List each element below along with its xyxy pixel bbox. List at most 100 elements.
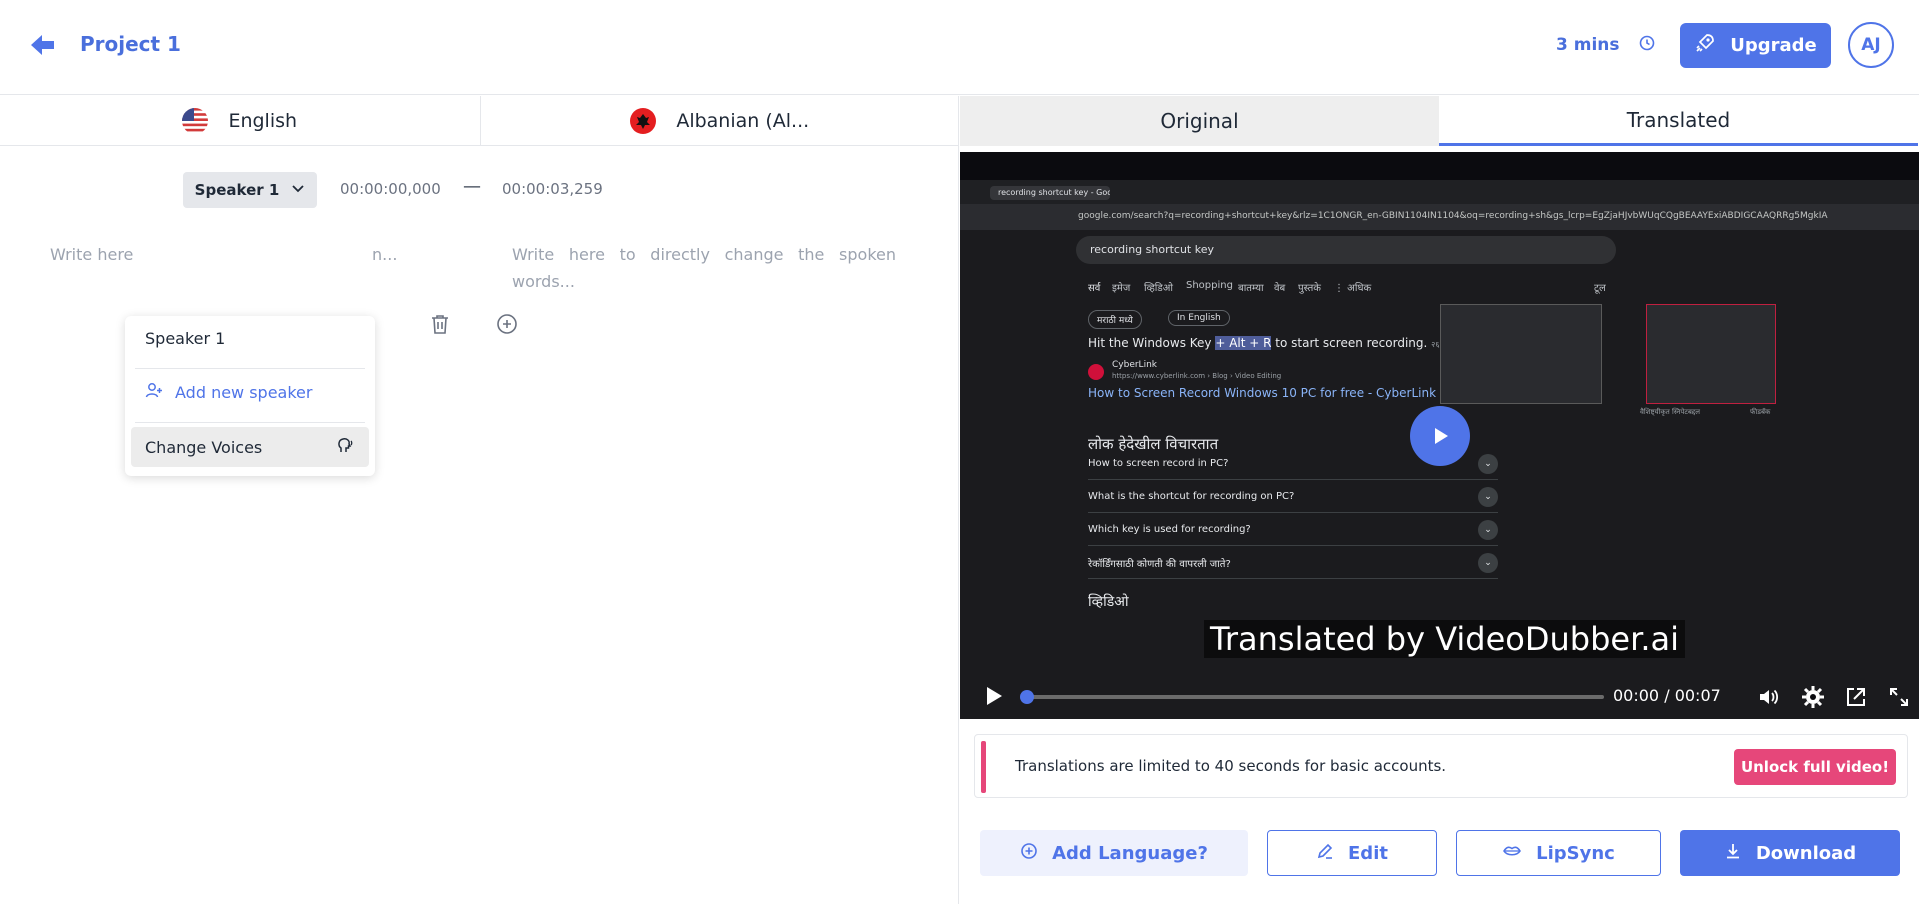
remaining-minutes: 3 mins xyxy=(1556,35,1620,55)
video-search-tab: Shopping xyxy=(1186,280,1233,291)
video-progress-bar[interactable] xyxy=(1020,690,1604,704)
speaker-option-label: Speaker 1 xyxy=(145,328,226,348)
download-button[interactable]: Download xyxy=(1680,830,1900,876)
speaker-dropdown-menu: Speaker 1 Add new speaker Change Voices xyxy=(125,316,375,476)
chevron-down-icon: ⌄ xyxy=(1478,552,1498,573)
video-watermark: Translated by VideoDubber.ai xyxy=(1204,620,1685,658)
video-question-text: What is the shortcut for recording on PC… xyxy=(1088,491,1295,502)
menu-divider xyxy=(135,422,365,423)
video-search-tab: व्हिडिओ xyxy=(1144,283,1173,294)
download-icon xyxy=(1724,842,1742,865)
edit-label: Edit xyxy=(1348,842,1388,864)
language-tabs: English Albanian (Al... xyxy=(0,96,959,146)
progress-handle[interactable] xyxy=(1020,690,1034,704)
time-divider: / xyxy=(1664,686,1670,705)
play-icon[interactable] xyxy=(982,684,1006,708)
albania-flag-icon xyxy=(630,108,657,134)
add-language-label: Add Language? xyxy=(1052,842,1208,864)
add-language-button[interactable]: Add Language? xyxy=(980,830,1248,876)
avatar[interactable]: AJ xyxy=(1848,22,1894,68)
volume-icon[interactable] xyxy=(1757,685,1781,709)
video-url-bar: google.com/search?q=recording+shortcut+k… xyxy=(960,204,1919,230)
duration: 00:07 xyxy=(1674,686,1721,705)
lips-icon xyxy=(1502,842,1522,865)
clock-icon xyxy=(1638,34,1656,52)
video-snippet: Hit the Windows Key + Alt + R to start s… xyxy=(1088,336,1475,350)
trash-icon[interactable] xyxy=(428,312,452,336)
video-lang-chip: In English xyxy=(1168,310,1230,326)
plus-circle-icon xyxy=(1020,842,1038,865)
limit-accent-bar xyxy=(981,741,986,793)
target-language-label: Albanian (Al... xyxy=(676,110,810,132)
upgrade-button[interactable]: Upgrade xyxy=(1680,23,1831,68)
video-browser-tabbar: recording shortcut key - Google xyxy=(960,180,1919,204)
play-overlay-button[interactable] xyxy=(1410,406,1470,466)
add-user-icon xyxy=(145,381,163,403)
chevron-down-icon: ⌄ xyxy=(1478,486,1498,507)
video-question-text: Which key is used for recording? xyxy=(1088,524,1251,535)
add-new-speaker-option[interactable]: Add new speaker xyxy=(125,372,375,412)
video-question-text: रेकॉर्डिंगसाठी कोणती की वापरली जाते? xyxy=(1088,558,1231,570)
popout-icon[interactable] xyxy=(1844,685,1868,709)
rocket-icon xyxy=(1694,32,1716,59)
video-source-name: CyberLink xyxy=(1112,360,1157,370)
menu-divider xyxy=(135,368,365,369)
video-question-row: रेकॉर्डिंगसाठी कोणती की वापरली जाते? ⌄ xyxy=(1088,547,1498,579)
add-segment-icon[interactable] xyxy=(495,312,519,336)
unlock-full-video-button[interactable]: Unlock full video! xyxy=(1734,749,1896,785)
source-text-placeholder[interactable]: Write here xyxy=(50,241,133,268)
add-new-speaker-label: Add new speaker xyxy=(175,382,313,402)
start-timestamp[interactable]: 00:00:00,000 xyxy=(340,180,441,198)
limit-notice-text: Translations are limited to 40 seconds f… xyxy=(1015,757,1447,775)
transcript-editor: English Albanian (Al... Speaker 1 00:00:… xyxy=(0,96,959,904)
lipsync-button[interactable]: LipSync xyxy=(1456,830,1661,876)
video-snippet-highlight: + Alt + R xyxy=(1215,336,1272,350)
video-result-link: How to Screen Record Windows 10 PC for f… xyxy=(1088,386,1437,400)
target-text-input[interactable]: Write here to directly change the spoken… xyxy=(512,241,896,295)
video-question-row: What is the shortcut for recording on PC… xyxy=(1088,481,1498,513)
video-question-text: How to screen record in PC? xyxy=(1088,458,1229,469)
project-title[interactable]: Project 1 xyxy=(80,32,181,56)
video-question-row: Which key is used for recording? ⌄ xyxy=(1088,514,1498,546)
current-time: 00:00 xyxy=(1613,686,1660,705)
us-flag-icon xyxy=(182,108,209,134)
video-thumbnail xyxy=(1646,304,1776,404)
voice-head-icon xyxy=(335,435,355,459)
edit-button[interactable]: Edit xyxy=(1267,830,1437,876)
change-voices-option[interactable]: Change Voices xyxy=(131,427,369,467)
speaker-option[interactable]: Speaker 1 xyxy=(125,318,375,358)
video-feedback-a: वैशिष्ट्यीकृत स्निपेटबद्दल xyxy=(1640,408,1701,416)
lipsync-label: LipSync xyxy=(1536,842,1615,864)
video-player[interactable]: recording shortcut key - Google google.c… xyxy=(960,152,1919,719)
target-language-tab[interactable]: Albanian (Al... xyxy=(479,96,960,146)
settings-gear-icon[interactable] xyxy=(1801,685,1825,709)
download-label: Download xyxy=(1755,842,1857,864)
video-feedback-b: फीडबॅक xyxy=(1750,408,1771,416)
cyberlink-logo-icon xyxy=(1088,364,1104,380)
pencil-icon xyxy=(1316,842,1334,865)
limit-notice: Translations are limited to 40 seconds f… xyxy=(974,734,1908,798)
source-language-tab[interactable]: English xyxy=(0,96,480,146)
video-snippet-after: to start screen recording. xyxy=(1271,336,1428,350)
chevron-down-icon: ⌄ xyxy=(1478,519,1498,540)
tab-original[interactable]: Original xyxy=(960,96,1439,146)
chevron-down-icon xyxy=(291,181,305,199)
fullscreen-icon[interactable] xyxy=(1887,685,1911,709)
tab-translated[interactable]: Translated xyxy=(1439,96,1918,146)
video-videos-heading: व्हिडिओ xyxy=(1088,594,1129,610)
back-arrow-icon[interactable] xyxy=(28,30,58,60)
change-voices-label: Change Voices xyxy=(145,437,263,457)
video-lang-chip: मराठी मध्ये xyxy=(1088,310,1142,329)
view-tabs: Original Translated xyxy=(960,96,1919,146)
source-text-placeholder-tail: n... xyxy=(372,245,398,264)
top-bar: Project 1 3 mins Upgrade AJ xyxy=(0,0,1919,95)
upgrade-label: Upgrade xyxy=(1730,35,1817,56)
speaker-select[interactable]: Speaker 1 xyxy=(183,172,317,208)
video-search-tab: ⋮ अधिक xyxy=(1334,283,1372,294)
video-time: 00:00 / 00:07 xyxy=(1613,686,1721,705)
video-url-text: google.com/search?q=recording+shortcut+k… xyxy=(1078,211,1828,221)
video-thumbnail xyxy=(1440,304,1602,404)
video-tools-label: टूल xyxy=(1594,283,1606,294)
video-search-tab: सर्व xyxy=(1088,283,1101,294)
end-timestamp[interactable]: 00:00:03,259 xyxy=(502,180,603,198)
